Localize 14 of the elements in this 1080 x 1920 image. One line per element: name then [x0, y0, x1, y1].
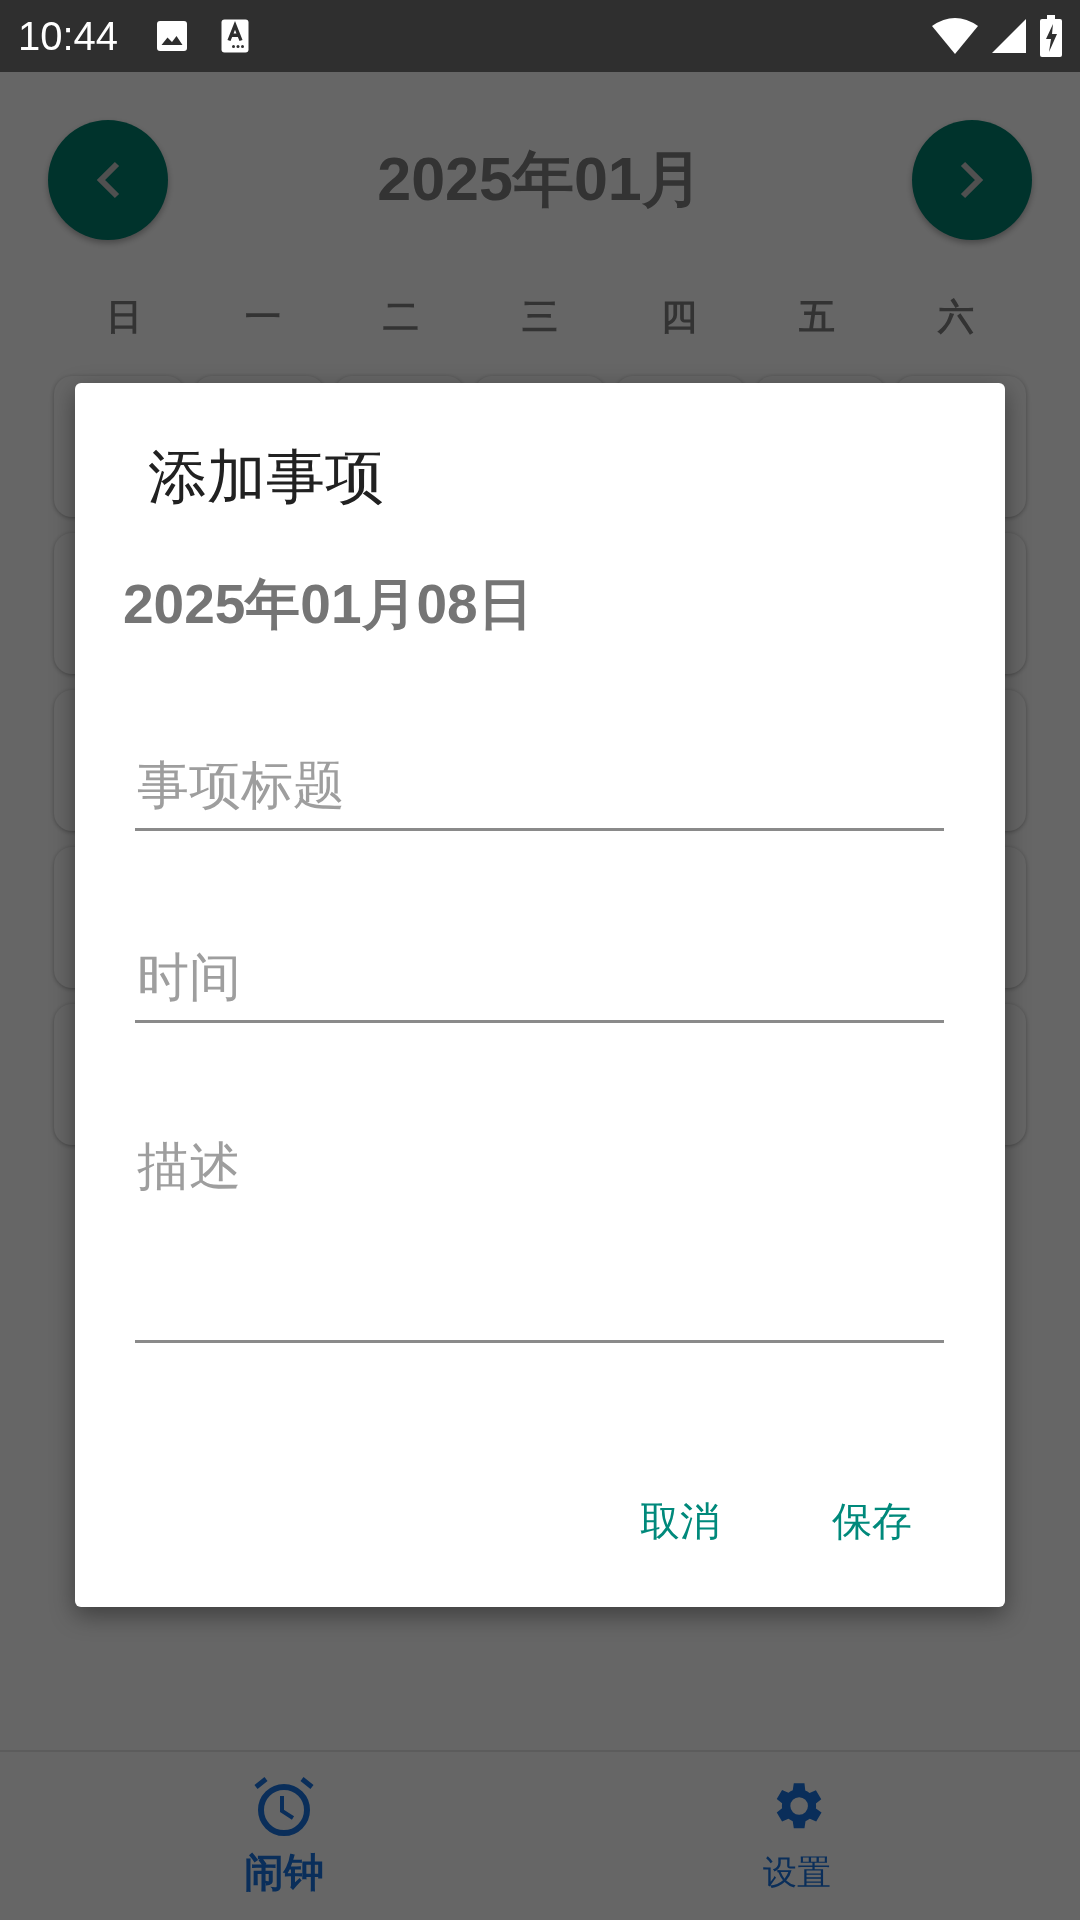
- font-icon: [220, 18, 251, 54]
- dialog-title: 添加事项: [148, 445, 385, 509]
- input-field[interactable]: 事项标题: [135, 741, 944, 831]
- status-time: 10:44: [18, 13, 119, 59]
- nav-tab[interactable]: 设置: [540, 1752, 1053, 1920]
- battery-icon: [1040, 15, 1062, 57]
- selected-date: 2025年01月08日: [123, 574, 534, 634]
- input-field[interactable]: 时间: [135, 933, 944, 1023]
- signal-icon: [992, 19, 1026, 53]
- input-field[interactable]: 描述: [135, 1128, 944, 1343]
- dialog-button[interactable]: 保存: [808, 1489, 936, 1553]
- dialog-button[interactable]: 取消: [616, 1489, 744, 1553]
- wifi-icon: [932, 18, 978, 54]
- nav-tab[interactable]: 闹钟: [27, 1752, 540, 1920]
